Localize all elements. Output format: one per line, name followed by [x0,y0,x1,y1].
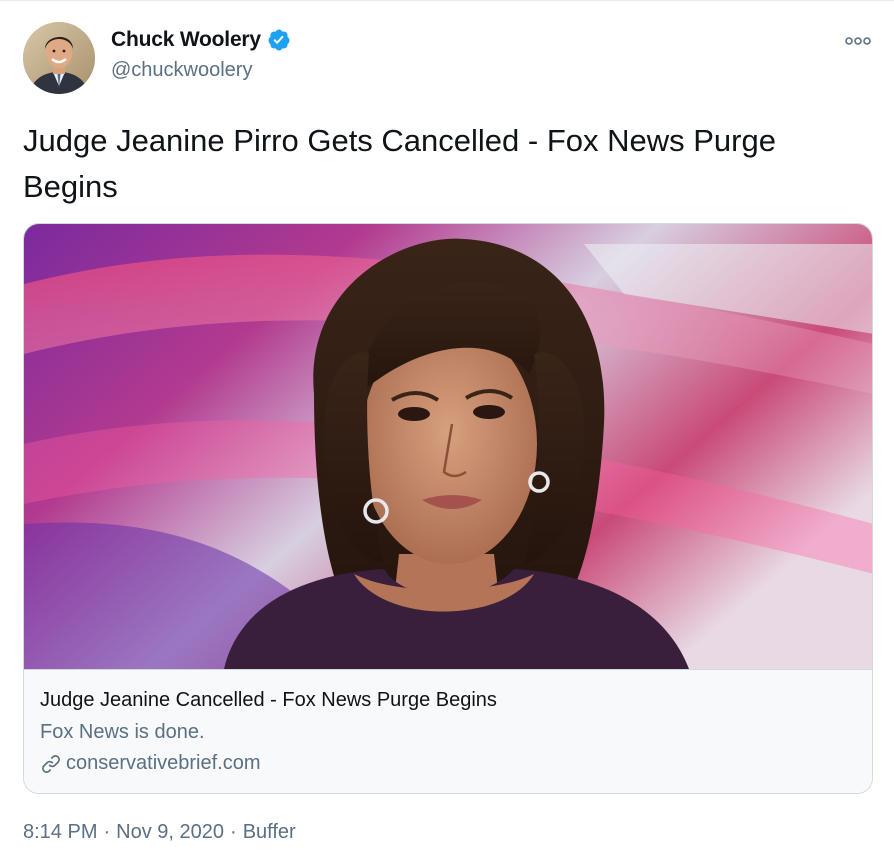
author-name[interactable]: Chuck Woolery [111,28,261,52]
author-avatar[interactable] [23,22,95,94]
news-photo-icon [24,224,872,669]
more-options-button[interactable] [844,29,872,53]
link-icon [40,753,62,775]
tweet: Chuck Woolery @chuckwoolery Judge Jeanin… [0,0,894,863]
tweet-meta: 8:14 PM · Nov 9, 2020 · Buffer [23,821,296,844]
more-horizontal-icon [845,37,871,45]
card-domain: conservativebrief.com [66,752,261,774]
link-preview-card[interactable]: Judge Jeanine Cancelled - Fox News Purge… [23,223,873,794]
card-description: Fox News is done. [40,721,205,743]
meta-separator: · [230,821,237,843]
author-handle[interactable]: @chuckwoolery [111,59,252,82]
tweet-source[interactable]: Buffer [243,821,296,844]
card-domain-row: conservativebrief.com [40,752,261,775]
tweet-date[interactable]: Nov 9, 2020 [116,821,224,844]
card-info[interactable]: Judge Jeanine Cancelled - Fox News Purge… [24,669,872,793]
card-image[interactable] [24,224,872,669]
tweet-text: Judge Jeanine Pirro Gets Cancelled - Fox… [23,123,776,204]
tweet-time[interactable]: 8:14 PM [23,821,97,844]
person-avatar-icon [23,22,95,94]
author-name-row: Chuck Woolery [111,28,291,52]
card-title: Judge Jeanine Cancelled - Fox News Purge… [40,689,497,711]
meta-separator: · [103,821,111,843]
verified-badge-icon [267,28,291,52]
